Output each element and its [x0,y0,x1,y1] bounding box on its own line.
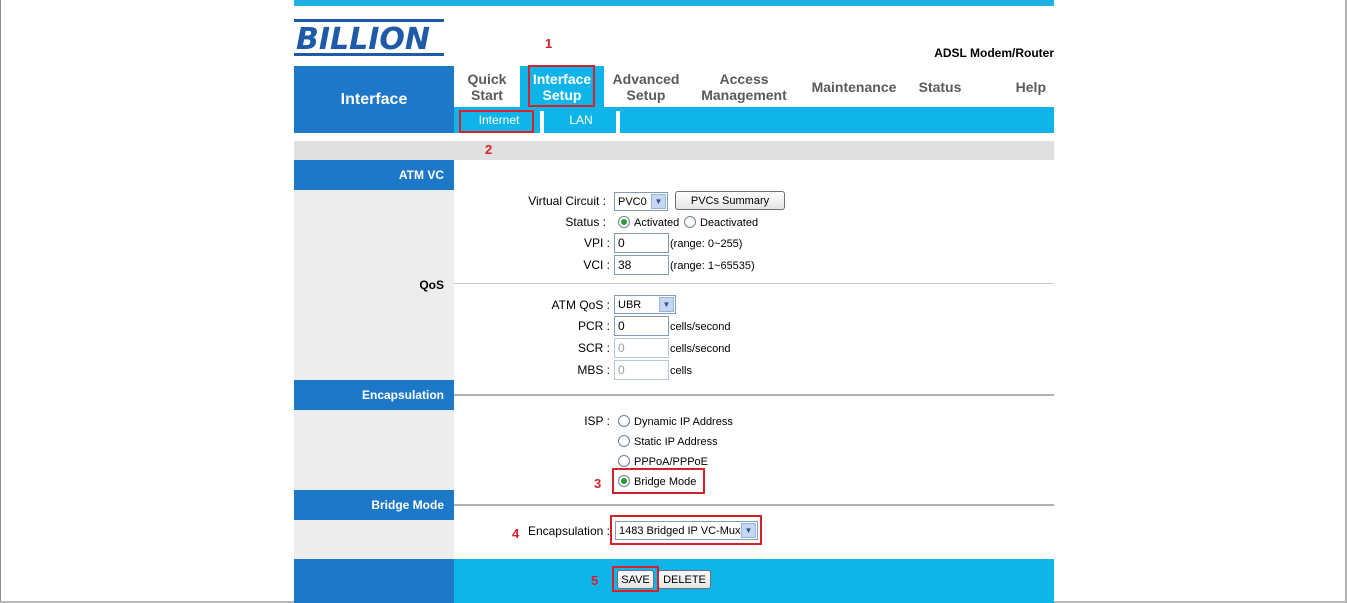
vpi-input[interactable] [614,233,669,253]
nav-status[interactable]: Status [908,66,972,107]
annotation-step-5: 5 [591,573,599,588]
footer-bar [454,559,1054,603]
main-nav: Quick Start Interface Setup Advanced Set… [454,66,1054,107]
subnav-internet[interactable]: Internet [462,107,536,133]
isp-pppoa-pppoe-label: PPPoA/PPPoE [634,456,708,468]
footer-left [294,559,454,603]
mbs-input[interactable] [614,360,669,380]
bridge-encapsulation-label: Encapsulation : [527,524,610,538]
isp-static-ip-label: Static IP Address [634,436,718,448]
pvcs-summary-button[interactable]: PVCs Summary [675,191,785,210]
atm-qos-value: UBR [618,298,642,311]
vci-range: (range: 1~65535) [670,260,755,272]
logo-text: BILLION [296,22,430,57]
subnav-separator [616,111,620,133]
product-name: ADSL Modem/Router [934,46,1054,60]
scr-input[interactable] [614,338,669,358]
status-activated-radio[interactable] [618,216,630,228]
nav-access-management[interactable]: Access Management [688,66,800,107]
isp-bridge-mode-radio[interactable] [618,475,630,487]
status-activated-label: Activated [634,217,680,229]
isp-pppoa-pppoe-radio[interactable] [618,455,630,467]
pcr-input[interactable] [614,316,669,336]
scr-label: SCR : [577,341,610,355]
section-bridge-mode: Bridge Mode [294,490,454,520]
chevron-down-icon: ▼ [659,297,674,312]
atm-qos-label: ATM QoS : [551,298,610,312]
header-divider-strip [294,141,1054,160]
isp-dynamic-ip-radio[interactable] [618,415,630,427]
section-encapsulation: Encapsulation [294,380,454,410]
status-deactivated-label: Deactivated [700,217,759,229]
virtual-circuit-label: Virtual Circuit : [528,194,606,208]
nav-help[interactable]: Help [972,66,1054,107]
virtual-circuit-select[interactable]: PVC0 ▼ [614,192,668,211]
bridge-encapsulation-select[interactable]: 1483 Bridged IP VC-Mux ▼ [615,521,758,540]
divider-atm-qos [454,283,1054,284]
virtual-circuit-value: PVC0 [618,195,647,208]
section-atm-vc: ATM VC [294,160,454,190]
isp-static-ip-radio[interactable] [618,435,630,447]
status-label: Status : [565,215,606,229]
divider-encapsulation [454,394,1054,396]
chevron-down-icon: ▼ [741,523,756,538]
sub-nav: Internet LAN [454,107,1054,133]
nav-quick-start[interactable]: Quick Start [454,66,520,107]
isp-label: ISP : [584,414,610,428]
section-label-column: ATM VC QoS Encapsulation Bridge Mode [294,160,454,560]
status-deactivated-radio[interactable] [684,216,696,228]
subnav-separator [540,111,544,133]
subnav-lan[interactable]: LAN [546,107,616,133]
chevron-down-icon: ▼ [651,194,666,209]
mbs-label: MBS : [577,363,610,377]
divider-bridge [454,504,1054,506]
nav-interface-setup[interactable]: Interface Setup [520,66,604,107]
sidebar-title: Interface [294,66,454,133]
pcr-label: PCR : [577,319,610,333]
vci-input[interactable] [614,255,669,275]
billion-logo: BILLION [294,19,444,57]
router-admin-page: BILLION ADSL Modem/Router Interface Quic… [294,0,1054,603]
top-accent-bar [294,0,1054,6]
nav-maintenance[interactable]: Maintenance [800,66,908,107]
isp-dynamic-ip-label: Dynamic IP Address [634,416,733,428]
vpi-range: (range: 0~255) [670,238,743,250]
isp-bridge-mode-label: Bridge Mode [634,476,697,488]
annotation-step-2: 2 [485,142,493,157]
scr-unit: cells/second [670,343,731,355]
vpi-label: VPI : [583,236,610,250]
annotation-step-3: 3 [594,476,602,491]
pcr-unit: cells/second [670,321,731,333]
annotation-step-1: 1 [545,36,553,51]
annotation-step-4: 4 [512,526,520,541]
delete-button[interactable]: DELETE [658,570,711,589]
mbs-unit: cells [670,365,693,377]
save-button[interactable]: SAVE [617,570,654,589]
window-border-left [0,0,1,603]
section-qos: QoS [419,278,444,292]
vci-label: VCI : [583,258,610,272]
nav-advanced-setup[interactable]: Advanced Setup [604,66,688,107]
bridge-encapsulation-value: 1483 Bridged IP VC-Mux [619,524,741,537]
atm-qos-select[interactable]: UBR ▼ [614,295,676,314]
